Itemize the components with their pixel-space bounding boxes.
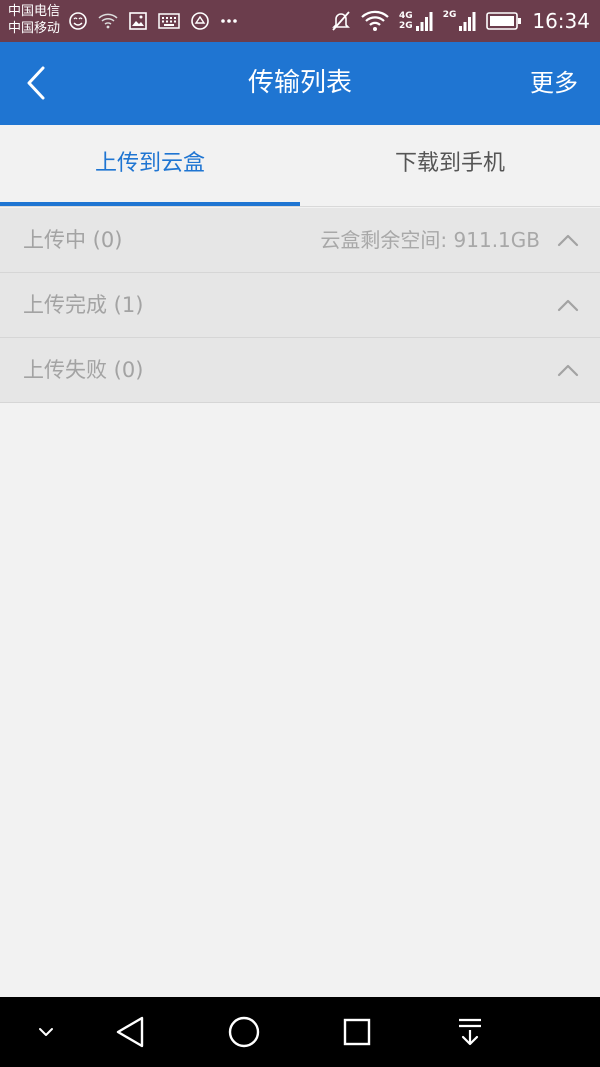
section-label: 上传中 (0) <box>23 228 123 252</box>
net-1-top-label: 4G <box>399 11 413 21</box>
battery-icon <box>486 12 522 30</box>
triangle-back-icon <box>116 1016 144 1048</box>
signal-2-icon: 2G <box>443 10 477 32</box>
net-1-bottom-label: 2G <box>399 21 413 31</box>
hide-nav-button[interactable] <box>24 1010 68 1054</box>
signal-1-icon: 4G 2G <box>399 10 433 32</box>
more-notifications-icon <box>220 18 238 24</box>
more-button[interactable]: 更多 <box>530 42 578 125</box>
status-bar: 中国电信 中国移动 4G 2G 2G 16:34 <box>0 0 600 42</box>
image-icon <box>128 11 148 31</box>
nav-recents-button[interactable] <box>335 1010 379 1054</box>
system-nav-bar <box>0 997 600 1067</box>
notification-icons <box>68 10 238 32</box>
smiley-icon <box>68 11 88 31</box>
chevron-up-icon[interactable] <box>556 358 580 382</box>
carrier-labels: 中国电信 中国移动 <box>8 3 60 37</box>
section-upload-failed[interactable]: 上传失败 (0) <box>0 338 600 403</box>
transfer-sections: 上传中 (0) 云盒剩余空间: 911.1GB 上传完成 (1) 上传失败 (0… <box>0 208 600 403</box>
tabs-divider <box>0 206 600 207</box>
wifi-question-icon <box>98 12 118 30</box>
keyboard-icon <box>158 13 180 29</box>
app-bar: 传输列表 更多 <box>0 42 600 125</box>
section-uploading[interactable]: 上传中 (0) 云盒剩余空间: 911.1GB <box>0 208 600 273</box>
wifi-icon <box>361 10 389 32</box>
section-label: 上传完成 (1) <box>23 293 144 317</box>
notification-pull-button[interactable] <box>448 1010 492 1054</box>
nav-back-button[interactable] <box>108 1010 152 1054</box>
nav-home-button[interactable] <box>222 1010 266 1054</box>
pull-down-icon <box>459 1018 481 1046</box>
chevron-up-icon[interactable] <box>556 293 580 317</box>
clock: 16:34 <box>532 9 590 33</box>
tab-bar: 上传到云盒 下载到手机 <box>0 125 600 207</box>
section-label: 上传失败 (0) <box>23 358 144 382</box>
remaining-space-text: 云盒剩余空间: 911.1GB <box>320 228 540 252</box>
page-title: 传输列表 <box>247 68 352 98</box>
app-notification-icon <box>190 11 210 31</box>
net-2-label: 2G <box>442 10 457 20</box>
chevron-up-icon[interactable] <box>556 228 580 252</box>
system-status-icons: 4G 2G 2G 16:34 <box>331 8 590 34</box>
carrier-1: 中国电信 <box>8 4 61 19</box>
mute-icon <box>331 10 351 32</box>
tab-download-to-phone[interactable]: 下载到手机 <box>300 125 600 207</box>
tab-upload-to-cloud[interactable]: 上传到云盒 <box>0 125 300 207</box>
section-upload-complete[interactable]: 上传完成 (1) <box>0 273 600 338</box>
circle-home-icon <box>228 1016 260 1048</box>
carrier-2: 中国移动 <box>8 21 61 36</box>
square-recents-icon <box>343 1018 371 1046</box>
chevron-down-icon <box>39 1028 53 1036</box>
